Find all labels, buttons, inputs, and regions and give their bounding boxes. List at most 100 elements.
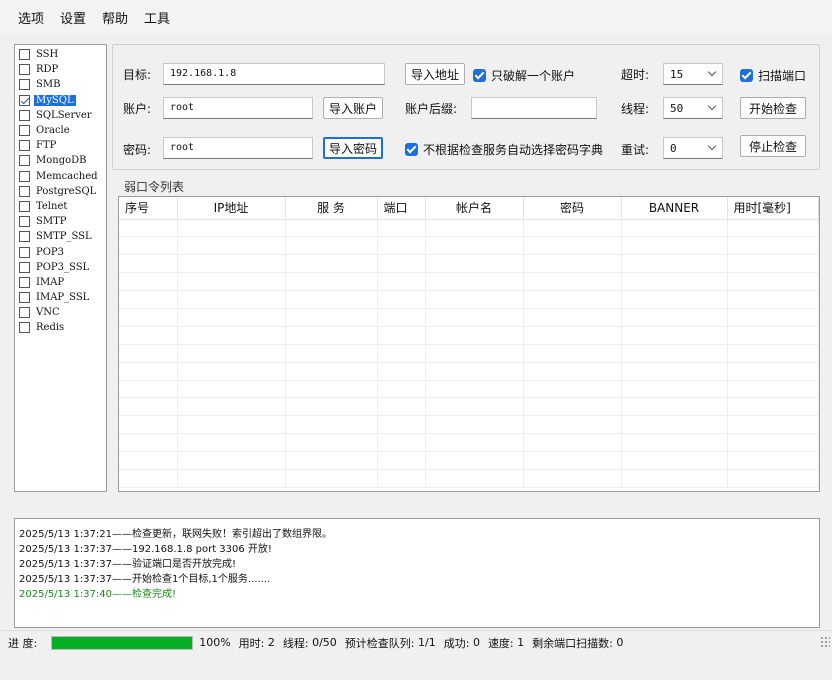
table-row[interactable]: [119, 451, 819, 470]
service-item-smtp_ssl[interactable]: SMTP_SSL: [15, 229, 106, 244]
table-cell: [727, 451, 819, 470]
checkbox-icon[interactable]: [19, 185, 30, 197]
start-check-button[interactable]: 开始检查: [740, 97, 806, 119]
timeout-select[interactable]: 15: [663, 63, 723, 85]
table-row[interactable]: [119, 397, 819, 417]
chevron-down-icon: [707, 141, 717, 151]
only-crack-one-checkbox[interactable]: 只破解一个账户: [473, 67, 575, 84]
service-item-imap[interactable]: IMAP: [15, 275, 106, 290]
checkbox-icon[interactable]: [19, 64, 30, 76]
resize-grip-icon[interactable]: [820, 636, 830, 648]
table-row[interactable]: [119, 362, 819, 381]
no-auto-dict-checkbox[interactable]: 不根据检查服务自动选择密码字典: [405, 141, 603, 158]
service-item-telnet[interactable]: Telnet: [15, 199, 106, 214]
checkbox-icon[interactable]: [19, 49, 30, 61]
checkbox-checked-icon[interactable]: [19, 94, 30, 106]
retry-select[interactable]: 0: [663, 137, 723, 159]
service-item-imap_ssl[interactable]: IMAP_SSL: [15, 290, 106, 305]
table-row[interactable]: [119, 308, 819, 327]
stop-check-button[interactable]: 停止检查: [740, 135, 806, 157]
service-item-memcached[interactable]: Memcached: [15, 169, 106, 184]
col-header-banner[interactable]: BANNER: [621, 197, 728, 220]
col-header-service[interactable]: 服 务: [285, 197, 378, 220]
table-row[interactable]: [119, 290, 819, 309]
table-cell: [425, 219, 524, 238]
account-label: 账户:: [123, 102, 152, 116]
service-item-rdp[interactable]: RDP: [15, 62, 106, 77]
col-header-password[interactable]: 密码: [523, 197, 622, 220]
service-item-postgresql[interactable]: PostgreSQL: [15, 184, 106, 199]
menu-options[interactable]: 选项: [18, 8, 44, 27]
checkbox-icon[interactable]: [19, 109, 30, 121]
table-row[interactable]: [119, 433, 819, 453]
table-cell: [621, 433, 728, 453]
checkbox-icon[interactable]: [19, 79, 30, 91]
checkbox-icon[interactable]: [19, 231, 30, 243]
password-input[interactable]: root: [163, 137, 313, 159]
table-row[interactable]: [119, 469, 819, 488]
service-item-mongodb[interactable]: MongoDB: [15, 153, 106, 168]
col-header-port[interactable]: 端口: [377, 197, 426, 220]
checkbox-icon[interactable]: [19, 125, 30, 137]
service-item-sqlserver[interactable]: SQLServer: [15, 108, 106, 123]
checkbox-icon[interactable]: [19, 140, 30, 152]
account-suffix-input[interactable]: [471, 97, 597, 119]
threads-select[interactable]: 50: [663, 97, 723, 119]
table-cell: [119, 308, 178, 327]
checkbox-icon[interactable]: [19, 292, 30, 304]
weak-password-table[interactable]: 序号 IP地址 服 务 端口 帐户名 密码 BANNER 用时[毫秒]: [118, 196, 820, 492]
service-item-vnc[interactable]: VNC: [15, 305, 106, 320]
retry-label: 重试:: [621, 143, 650, 157]
log-output[interactable]: 2025/5/13 1:37:21——检查更新，联网失败！索引超出了数组界限。 2…: [14, 518, 820, 628]
service-item-redis[interactable]: Redis: [15, 320, 106, 335]
service-item-ssh[interactable]: SSH: [15, 47, 106, 62]
col-header-index[interactable]: 序号: [119, 197, 178, 220]
table-cell: [119, 272, 178, 292]
table-row[interactable]: [119, 380, 819, 399]
account-input[interactable]: root: [163, 97, 313, 119]
service-item-ftp[interactable]: FTP: [15, 138, 106, 153]
service-item-smtp[interactable]: SMTP: [15, 214, 106, 229]
table-cell: [727, 308, 819, 327]
checkbox-icon[interactable]: [19, 261, 30, 273]
table-row[interactable]: [119, 326, 819, 345]
table-cell: [621, 451, 728, 470]
service-item-oracle[interactable]: Oracle: [15, 123, 106, 138]
table-cell: [177, 380, 286, 399]
table-row[interactable]: [119, 344, 819, 363]
table-cell: [285, 219, 378, 238]
service-item-smb[interactable]: SMB: [15, 77, 106, 92]
chevron-down-icon: [707, 101, 717, 111]
table-cell: [177, 326, 286, 345]
import-address-button[interactable]: 导入地址: [405, 63, 465, 85]
table-cell: [285, 469, 378, 488]
checkbox-icon[interactable]: [19, 216, 30, 228]
checkbox-icon[interactable]: [19, 276, 30, 288]
menu-tools[interactable]: 工具: [144, 8, 170, 27]
checkbox-icon[interactable]: [19, 200, 30, 212]
menu-help[interactable]: 帮助: [102, 8, 128, 27]
checkbox-icon[interactable]: [19, 155, 30, 167]
table-cell: [285, 380, 378, 399]
table-row[interactable]: [119, 415, 819, 435]
checkbox-icon[interactable]: [19, 170, 30, 182]
import-password-button[interactable]: 导入密码: [323, 137, 383, 159]
menu-settings[interactable]: 设置: [60, 8, 86, 27]
import-account-button[interactable]: 导入账户: [323, 97, 383, 119]
col-header-time[interactable]: 用时[毫秒]: [727, 197, 819, 220]
table-row[interactable]: [119, 236, 819, 256]
scan-port-checkbox[interactable]: 扫描端口: [740, 67, 806, 84]
table-row[interactable]: [119, 254, 819, 274]
col-header-ip[interactable]: IP地址: [177, 197, 286, 220]
target-input[interactable]: 192.168.1.8: [163, 63, 385, 85]
service-item-mysql[interactable]: MySQL: [15, 93, 106, 108]
col-header-username[interactable]: 帐户名: [425, 197, 524, 220]
checkbox-icon[interactable]: [19, 307, 30, 319]
service-item-pop3_ssl[interactable]: POP3_SSL: [15, 260, 106, 275]
checkbox-icon[interactable]: [19, 246, 30, 258]
table-row[interactable]: [119, 272, 819, 292]
table-row[interactable]: [119, 219, 819, 238]
status-threads-value: 0/50: [312, 636, 337, 649]
checkbox-icon[interactable]: [19, 322, 30, 334]
service-item-pop3[interactable]: POP3: [15, 244, 106, 259]
